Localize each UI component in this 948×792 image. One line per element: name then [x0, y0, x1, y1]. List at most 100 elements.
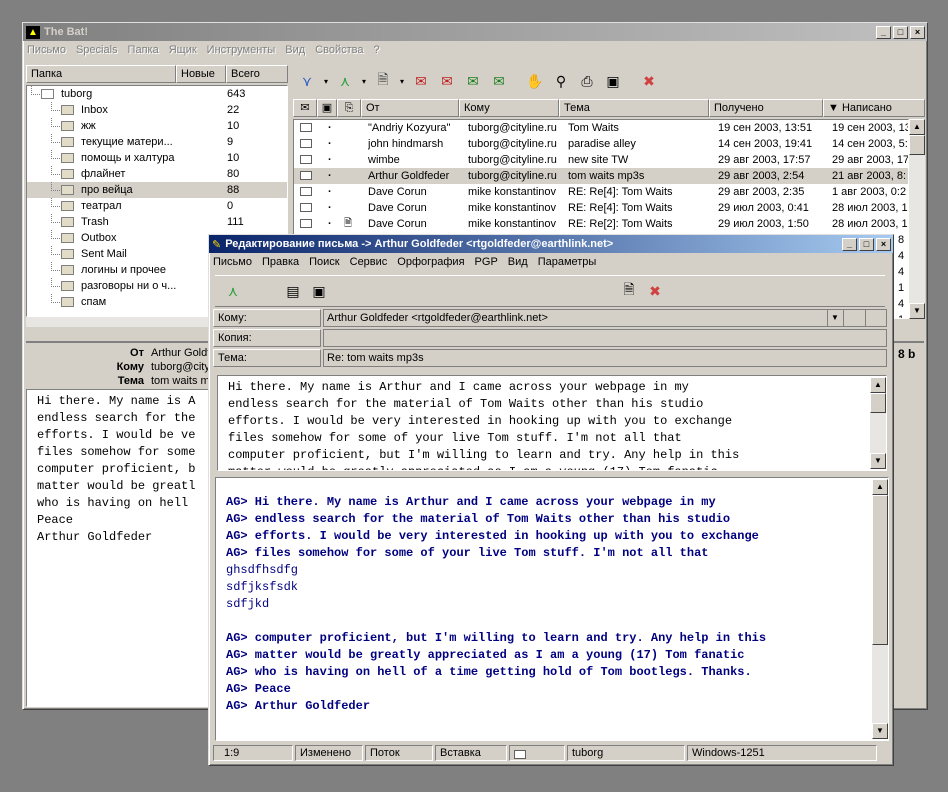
- folder-col-total[interactable]: Всего: [226, 65, 288, 83]
- menu-item[interactable]: Specials: [76, 44, 118, 56]
- save-icon[interactable]: ▣: [601, 70, 625, 92]
- folder-item[interactable]: флайнет 80: [27, 166, 287, 182]
- tree-line: [51, 294, 60, 303]
- col-received[interactable]: Получено: [709, 99, 823, 117]
- message-row[interactable]: · Dave Corun mike konstantinov RE: Re[4]: T…: [294, 184, 908, 200]
- cell-to: tuborg@cityline.ru: [468, 138, 557, 150]
- editor-menu-item[interactable]: Параметры: [538, 256, 597, 268]
- scroll-up-button[interactable]: ▲: [909, 119, 925, 135]
- folder-item[interactable]: tuborg 643: [27, 86, 287, 102]
- message-row[interactable]: · Arthur Goldfeder tuborg@cityline.ru tom w…: [294, 168, 908, 184]
- account-icon: [41, 89, 54, 99]
- message-row[interactable]: · "Andriy Kozyura" tuborg@cityline.ru Tom W…: [294, 120, 908, 136]
- minimize-button[interactable]: _: [876, 25, 891, 39]
- save-draft-icon[interactable]: ▣: [307, 280, 331, 302]
- to-dropdown-icon[interactable]: ▼: [827, 310, 842, 326]
- scroll-up-button[interactable]: ▲: [870, 377, 886, 393]
- menu-item[interactable]: Папка: [128, 44, 159, 56]
- menu-item[interactable]: Инструменты: [207, 44, 276, 56]
- scroll-thumb[interactable]: [909, 135, 925, 155]
- main-menubar: Письмо Specials Папка Ящик Инструменты Вид Сво…: [23, 41, 927, 59]
- col-icon-3[interactable]: ⎘: [337, 99, 361, 117]
- cell-received: 29 авг 2003, 2:35: [718, 186, 805, 198]
- scroll-up-button[interactable]: ▲: [872, 479, 888, 495]
- dropdown-arrow-icon[interactable]: ▾: [359, 70, 369, 92]
- scroll-down-button[interactable]: ▼: [870, 453, 886, 469]
- menu-item[interactable]: Ящик: [169, 44, 197, 56]
- reply-icon[interactable]: ✉: [409, 70, 433, 92]
- discard-icon[interactable]: ✖: [643, 280, 667, 302]
- maximize-button[interactable]: □: [893, 25, 908, 39]
- dropdown-arrow-icon[interactable]: ▾: [397, 70, 407, 92]
- scroll-down-button[interactable]: ▼: [872, 723, 888, 739]
- message-list-scrollbar[interactable]: ▲ ▼: [909, 119, 925, 319]
- col-from[interactable]: От: [361, 99, 459, 117]
- menu-item[interactable]: Письмо: [27, 44, 66, 56]
- scroll-thumb[interactable]: [870, 393, 886, 413]
- folder-item[interactable]: Inbox 22: [27, 102, 287, 118]
- message-row[interactable]: · Dave Corun mike konstantinov RE: Re[4]: T…: [294, 200, 908, 216]
- menu-item[interactable]: Вид: [285, 44, 305, 56]
- editor-close-button[interactable]: ×: [876, 237, 891, 251]
- queue-icon[interactable]: ▤: [281, 280, 305, 302]
- col-written[interactable]: ▼ Написано: [823, 99, 925, 117]
- editor-minimize-button[interactable]: _: [842, 237, 857, 251]
- editor-menu-item[interactable]: Вид: [508, 256, 528, 268]
- cell-to: tuborg@cityline.ru: [468, 154, 557, 166]
- original-pane-scrollbar[interactable]: ▲ ▼: [870, 377, 886, 469]
- message-row[interactable]: · 🗎 Dave Corun mike konstantinov RE: Re[2]: …: [294, 216, 908, 232]
- editor-menu-item[interactable]: Письмо: [213, 256, 252, 268]
- folder-item[interactable]: театрал 0: [27, 198, 287, 214]
- send-icon[interactable]: ⋏: [221, 280, 245, 302]
- get-mail-icon[interactable]: ⋎: [295, 70, 319, 92]
- forward-icon[interactable]: ✉: [461, 70, 485, 92]
- editor-maximize-button[interactable]: □: [859, 237, 874, 251]
- message-row[interactable]: · john hindmarsh tuborg@cityline.ru paradis…: [294, 136, 908, 152]
- folder-name: Outbox: [81, 232, 117, 244]
- original-message-pane[interactable]: Hi there. My name is Arthur and I came a…: [217, 375, 887, 471]
- dropdown-arrow-icon[interactable]: ▾: [321, 70, 331, 92]
- col-subject[interactable]: Тема: [559, 99, 709, 117]
- menu-item[interactable]: Свойства: [315, 44, 363, 56]
- close-button[interactable]: ×: [910, 25, 925, 39]
- menu-item[interactable]: ?: [373, 44, 379, 56]
- folder-item[interactable]: текущие матери... 9: [27, 134, 287, 150]
- col-icon-2[interactable]: ▣: [317, 99, 337, 117]
- print-icon[interactable]: ⎙: [575, 70, 599, 92]
- folder-item[interactable]: помощь и халтура 10: [27, 150, 287, 166]
- preview-to-label: Кому: [116, 361, 144, 373]
- scroll-down-button[interactable]: ▼: [909, 303, 925, 319]
- new-message-icon[interactable]: 🗎: [371, 70, 395, 92]
- folder-icon: [61, 137, 74, 147]
- folder-item[interactable]: про вейца 88: [27, 182, 287, 198]
- reply-editor-scrollbar[interactable]: ▲ ▼: [872, 479, 888, 739]
- redirect-icon[interactable]: ✉: [487, 70, 511, 92]
- address-extra-button[interactable]: [865, 310, 886, 326]
- reply-all-icon[interactable]: ✉: [435, 70, 459, 92]
- editor-menu-item[interactable]: PGP: [475, 256, 498, 268]
- editor-menu-item[interactable]: Сервис: [350, 256, 388, 268]
- col-icon-1[interactable]: ✉: [293, 99, 317, 117]
- to-field[interactable]: Arthur Goldfeder <rtgoldfeder@earthlink.…: [323, 309, 887, 327]
- cc-field[interactable]: [323, 329, 887, 347]
- scroll-thumb[interactable]: [872, 495, 888, 645]
- folder-col-name[interactable]: Папка: [26, 65, 176, 83]
- search-icon[interactable]: ⚲: [549, 70, 573, 92]
- editor-titlebar[interactable]: ✎ Редактирование письма -> Arthur Goldfe…: [209, 235, 893, 253]
- send-mail-icon[interactable]: ⋏: [333, 70, 357, 92]
- editor-menu-item[interactable]: Правка: [262, 256, 299, 268]
- address-book-button[interactable]: [843, 310, 864, 326]
- col-to[interactable]: Кому: [459, 99, 559, 117]
- subject-field[interactable]: Re: tom waits mp3s: [323, 349, 887, 367]
- folder-col-new[interactable]: Новые: [176, 65, 226, 83]
- editor-menu-item[interactable]: Поиск: [309, 256, 339, 268]
- message-row[interactable]: · wimbe tuborg@cityline.ru new site TW 29 ав…: [294, 152, 908, 168]
- editor-menu-item[interactable]: Орфография: [397, 256, 464, 268]
- attach-icon[interactable]: 🗎: [617, 280, 641, 302]
- delete-icon[interactable]: ✖: [637, 70, 661, 92]
- hand-icon[interactable]: ✋: [523, 70, 547, 92]
- reply-editor[interactable]: AG> Hi there. My name is Arthur and I ca…: [215, 477, 889, 741]
- main-titlebar[interactable]: ▲ The Bat! _ □ ×: [23, 23, 927, 41]
- folder-item[interactable]: Trash 111: [27, 214, 287, 230]
- folder-item[interactable]: жж 10: [27, 118, 287, 134]
